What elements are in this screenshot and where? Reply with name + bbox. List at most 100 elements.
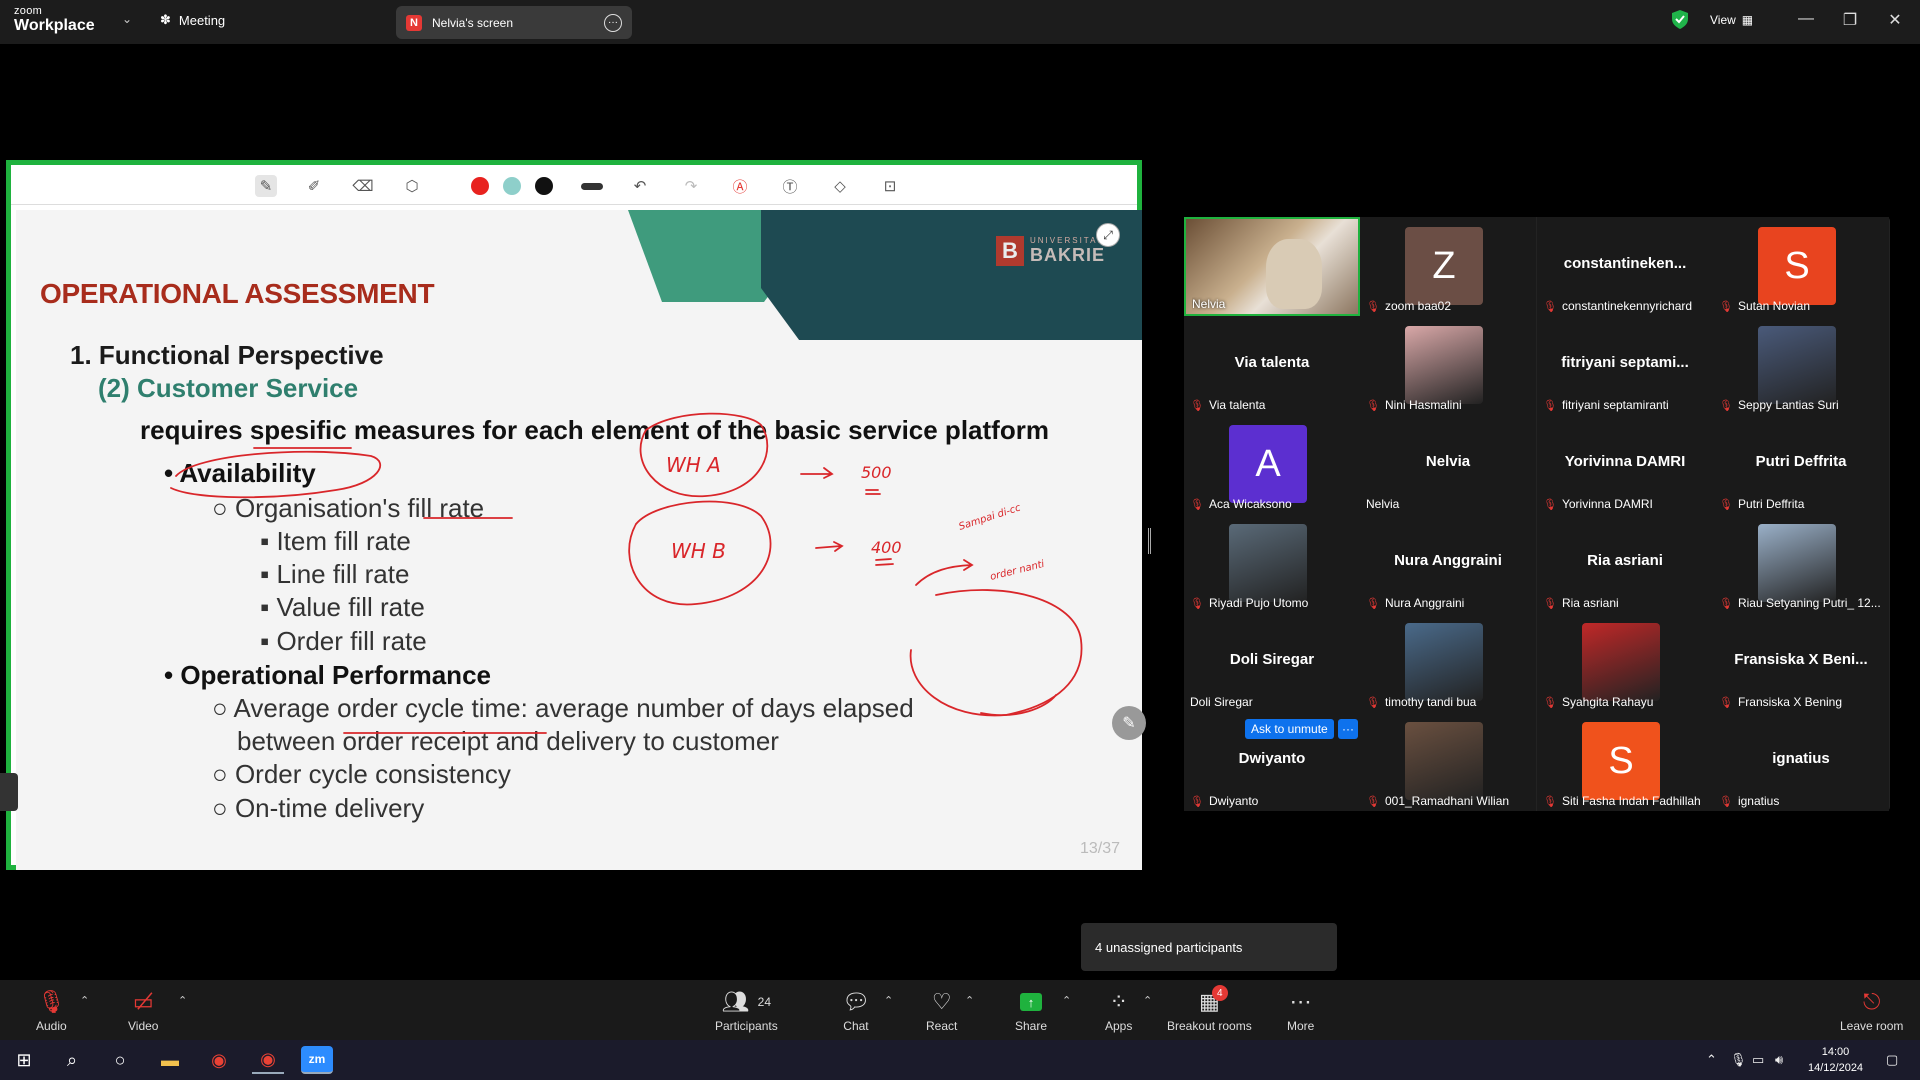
participant-tile[interactable]: 🎙︎ Syahgita Rahayu (1537, 613, 1713, 712)
chrome-icon[interactable]: ◉ (203, 1046, 235, 1074)
participant-name-row: 🎙︎ ignatius (1719, 794, 1885, 808)
participant-tile[interactable]: 🎙︎ 001_Ramadhani Wilian (1360, 712, 1536, 811)
participant-tile[interactable]: 🎙︎ timothy tandi bua (1360, 613, 1536, 712)
breakout-rooms-button[interactable]: ▦ 4 Breakout rooms (1167, 985, 1252, 1033)
participants-label: Participants (715, 1019, 778, 1033)
muted-microphone-icon: 🎙︎ (1719, 597, 1733, 610)
participant-tile[interactable]: Via talenta 🎙︎ Via talenta (1184, 316, 1360, 415)
minimize-icon[interactable]: — (1796, 10, 1816, 28)
close-icon[interactable]: ✕ (1885, 10, 1905, 30)
system-clock[interactable]: 14:00 14/12/2024 (1808, 1044, 1863, 1076)
participant-tile[interactable]: Ria asriani 🎙︎ Ria asriani (1537, 514, 1713, 613)
participant-tile[interactable]: 🎙︎ Riyadi Pujo Utomo (1184, 514, 1360, 613)
highlighter-icon[interactable]: ✐ (303, 175, 325, 197)
tray-expand-icon[interactable]: ⌃ (1706, 1052, 1717, 1068)
shapes-icon[interactable]: ◇ (829, 175, 851, 197)
view-splitter[interactable] (1148, 528, 1151, 554)
undo-icon[interactable]: ↶ (629, 175, 651, 197)
floating-pen-icon[interactable]: ✎ (1112, 706, 1146, 740)
apps-button[interactable]: ⁘ Apps (1105, 988, 1132, 1033)
participant-display-name: Via talenta (1234, 354, 1310, 371)
participant-tile[interactable]: Z 🎙︎ zoom baa02 (1360, 217, 1536, 316)
ink-text-400: 400 (871, 538, 902, 557)
presentation-slide: B UNIVERSITAS BAKRIE ⤢ OPERATIONAL ASSES… (16, 210, 1142, 870)
chevron-down-icon[interactable]: ⌄ (122, 12, 132, 26)
zoom-app-icon[interactable]: zm (301, 1046, 333, 1074)
participant-tile[interactable]: S 🎙︎ Sutan Novian (1713, 217, 1889, 316)
eraser-icon[interactable]: ⌫ (352, 175, 374, 197)
annotation-ink-layer: WH A WH B 500 400 Sampai di-cc order nan… (170, 412, 1083, 734)
file-explorer-icon[interactable]: ▬ (154, 1046, 186, 1074)
participant-tile[interactable]: S 🎙︎ Siti Fasha Indah Fadhillah (1537, 712, 1713, 811)
participants-button[interactable]: 👥︎ 24 Participants (715, 988, 778, 1033)
participant-name-row: Nelvia (1192, 297, 1354, 311)
windows-start-icon[interactable]: ⊞ (8, 1046, 40, 1074)
apps-options-caret-icon[interactable]: ⌃ (1143, 994, 1152, 1007)
volume-icon[interactable]: 🔊︎ (1775, 1052, 1783, 1068)
side-panel-handle[interactable] (0, 773, 18, 811)
meeting-label: Meeting (178, 12, 226, 28)
muted-microphone-icon: 🎙︎ (37, 989, 66, 1014)
search-icon[interactable]: ⌕ (56, 1046, 88, 1074)
ask-to-unmute-button[interactable]: Ask to unmute (1245, 719, 1334, 739)
participant-tile[interactable]: Putri Deffrita 🎙︎ Putri Deffrita (1713, 415, 1889, 514)
participant-name: Nini Hasmalini (1384, 398, 1462, 412)
participant-tile[interactable]: ignatius 🎙︎ ignatius (1713, 712, 1889, 811)
color-teal-swatch[interactable] (503, 177, 521, 195)
participant-tile[interactable]: Nura Anggraini 🎙︎ Nura Anggraini (1360, 514, 1536, 613)
apps-label: Apps (1105, 1019, 1133, 1033)
participant-tile[interactable]: Nelvia (1184, 217, 1360, 316)
text-tool-icon[interactable]: Ⓣ (779, 175, 801, 197)
video-button[interactable]: ▭̸ Video (128, 988, 158, 1033)
lasso-select-icon[interactable]: ⬡ (401, 175, 423, 197)
ink-text-500: 500 (861, 463, 892, 482)
lock-icon[interactable]: ⊡ (879, 175, 901, 197)
tray-microphone-icon[interactable]: 🎙︎ (1730, 1052, 1747, 1068)
meeting-tab[interactable]: ✽ Meeting (160, 12, 225, 28)
view-button[interactable]: View ▦ (1710, 13, 1753, 27)
task-view-icon[interactable]: ○ (104, 1046, 136, 1074)
participant-tile[interactable]: constantineken... 🎙︎ constantinekennyricha… (1537, 217, 1713, 316)
participant-tile[interactable]: Yorivinna DAMRI 🎙︎ Yorivinna DAMRI (1537, 415, 1713, 514)
restore-icon[interactable]: ❐ (1840, 10, 1860, 30)
participant-name: Sutan Novian (1737, 299, 1811, 313)
zoom-workplace-logo[interactable]: zoom Workplace (14, 6, 95, 34)
react-options-caret-icon[interactable]: ⌃ (965, 994, 974, 1007)
redo-icon[interactable]: ↷ (680, 175, 702, 197)
audio-options-caret-icon[interactable]: ⌃ (80, 994, 89, 1007)
sharer-initial-icon: N (406, 14, 422, 31)
leave-room-button[interactable]: ⎋ Leave room (1840, 988, 1903, 1033)
video-options-caret-icon[interactable]: ⌃ (178, 994, 187, 1007)
network-icon[interactable]: ▭ (1752, 1052, 1764, 1068)
line-width-icon[interactable] (579, 175, 605, 197)
participant-display-name: Ria asriani (1587, 552, 1663, 569)
participant-tile[interactable]: A 🎙︎ Aca Wicaksono (1184, 415, 1360, 514)
participant-tile[interactable]: 🎙︎ Riau Setyaning Putri_ 12... (1713, 514, 1889, 613)
participant-tile[interactable]: Doli Siregar Doli Siregar (1184, 613, 1360, 712)
notification-icon[interactable]: ▢ (1886, 1052, 1898, 1068)
participant-name-row: 🎙︎ 001_Ramadhani Wilian (1366, 794, 1532, 808)
participant-tile[interactable]: 🎙︎ Seppy Lantias Suri (1713, 316, 1889, 415)
share-options-caret-icon[interactable]: ⌃ (1062, 994, 1071, 1007)
participant-more-button[interactable]: ··· (1338, 719, 1358, 739)
share-button[interactable]: ↑ Share (1015, 988, 1047, 1033)
more-button[interactable]: ⋯ More (1287, 988, 1314, 1033)
participant-name-row: 🎙︎ Yorivinna DAMRI (1543, 497, 1709, 511)
participant-tile[interactable]: Fransiska X Beni... 🎙︎ Fransiska X Bening (1713, 613, 1889, 712)
chat-button[interactable]: 💬︎ Chat (842, 988, 870, 1033)
chrome-profile-icon[interactable]: ◉ (252, 1046, 284, 1074)
color-red-swatch[interactable] (471, 177, 489, 195)
format-text-icon[interactable]: Ⓐ (729, 175, 751, 197)
security-shield-icon[interactable] (1672, 10, 1688, 29)
participant-tile[interactable]: Nelvia Nelvia (1360, 415, 1536, 514)
participant-name: Riyadi Pujo Utomo (1208, 596, 1309, 610)
participant-tile[interactable]: 🎙︎ Nini Hasmalini (1360, 316, 1536, 415)
chat-options-caret-icon[interactable]: ⌃ (884, 994, 893, 1007)
audio-button[interactable]: 🎙︎ Audio (36, 988, 67, 1033)
react-button[interactable]: ♡ React (926, 988, 957, 1033)
pen-icon[interactable]: ✎ (255, 175, 277, 197)
color-black-swatch[interactable] (535, 177, 553, 195)
participant-tile[interactable]: fitriyani septami... 🎙︎ fitriyani septamir… (1537, 316, 1713, 415)
shared-screen-tab[interactable]: N Nelvia's screen ··· (396, 6, 632, 39)
more-options-icon[interactable]: ··· (604, 13, 622, 32)
